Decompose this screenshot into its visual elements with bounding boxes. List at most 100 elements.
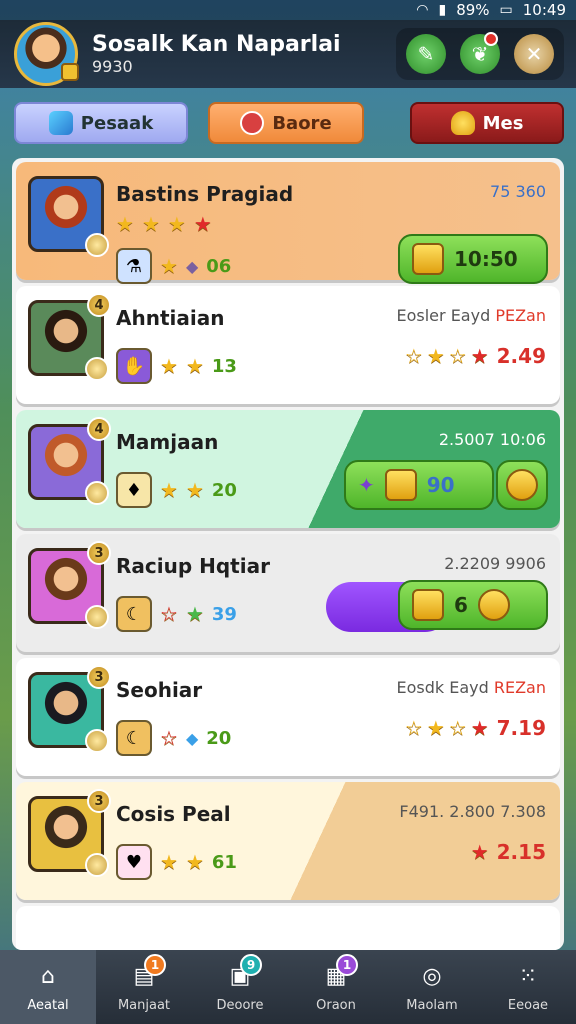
hero-stats: ⚗ ★ ◆ 06 xyxy=(116,248,231,284)
collect-button[interactable]: 6 xyxy=(398,580,548,630)
hero-card[interactable]: 3 Raciup Hqtiar ☾ ☆ ★ 39 2.2209 9906 6 xyxy=(16,534,560,652)
rank-badge-icon xyxy=(61,63,79,81)
item-icon: ✋ xyxy=(116,348,152,384)
nav-label: Eeoae xyxy=(507,997,549,1013)
nav-manjaat[interactable]: ▤ 1 Manjaat xyxy=(96,950,192,1024)
close-button[interactable]: ✕ xyxy=(514,34,554,74)
hero-portrait: 3 xyxy=(28,665,111,753)
hero-stats: ♦ ★ ★ 20 xyxy=(116,472,237,508)
star-icon: ★ xyxy=(470,716,489,740)
gem-icon: ◆ xyxy=(185,728,199,748)
nav-maolam[interactable]: ◎ Maolam xyxy=(384,950,480,1024)
gear-icon xyxy=(85,853,109,877)
grid-icon: ⁙ xyxy=(518,964,538,989)
signal-icon: ▮ xyxy=(438,2,447,18)
star-icon: ☆ xyxy=(404,344,423,368)
hero-portrait: 3 xyxy=(28,541,111,629)
level-badge: 3 xyxy=(87,541,111,565)
hero-stats: ☾ ☆ ★ 39 xyxy=(116,596,237,632)
star-icon: ★ xyxy=(160,850,178,874)
stat-count: 13 xyxy=(211,355,237,377)
star-icon: ★ xyxy=(470,840,489,864)
level-badge: 3 xyxy=(87,665,111,689)
gear-icon xyxy=(85,233,109,257)
level-badge: 3 xyxy=(87,789,111,813)
wifi-icon: ◠ xyxy=(416,2,429,18)
stat-count: 06 xyxy=(206,255,232,277)
player-info: Sosalk Kan Naparlai 9930 xyxy=(92,32,341,76)
star-icon: ★ xyxy=(116,212,134,236)
nav-label: Aeatal xyxy=(27,997,69,1013)
banana-icon: ☾ xyxy=(116,596,152,632)
nav-oraon[interactable]: ▦ 1 Oraon xyxy=(288,950,384,1024)
edit-button[interactable]: ✎ xyxy=(406,34,446,74)
gift-icon: ♥ xyxy=(116,844,152,880)
hero-portrait xyxy=(28,176,109,257)
close-icon: ✕ xyxy=(525,42,543,66)
star-icon: ★ xyxy=(185,354,204,378)
stat-count: 20 xyxy=(206,727,232,749)
star-icon: ★ xyxy=(141,212,160,236)
claim-button[interactable]: 10:50 xyxy=(398,234,548,284)
notification-badge: 1 xyxy=(144,954,166,976)
hero-stats: ☾ ☆ ◆ 20 xyxy=(116,720,231,756)
notifications-button[interactable]: ❦ xyxy=(460,32,500,74)
clock-icon: ◎ xyxy=(422,964,442,989)
level-badge: 4 xyxy=(87,293,111,317)
rating-value: 2.49 xyxy=(496,344,546,368)
nav-deoore[interactable]: ▣ 9 Deoore xyxy=(192,950,288,1024)
leaf-icon: ❦ xyxy=(471,42,489,66)
hero-list[interactable]: Bastins Pragiad ★ ★ ★ ★ ⚗ ★ ◆ 06 75 360 … xyxy=(12,158,564,950)
hero-card-partial[interactable] xyxy=(16,906,560,950)
hero-rating: ★ 2.15 xyxy=(471,840,546,864)
chest-icon xyxy=(412,589,444,621)
star-icon: ★ xyxy=(160,254,178,278)
hero-info: 75 360 xyxy=(490,182,546,201)
star-icon: ★ xyxy=(185,602,204,626)
tab-pesaak[interactable]: Pesaak xyxy=(14,102,188,144)
crystal-icon: ♦ xyxy=(116,472,152,508)
stat-count: 39 xyxy=(211,603,237,625)
upgrade-button[interactable]: ✦ 90 xyxy=(344,460,494,510)
hand-icon xyxy=(412,243,444,275)
hero-name: Mamjaan xyxy=(116,430,219,454)
gem-icon: ◆ xyxy=(185,256,199,276)
clock-time: 10:49 xyxy=(522,1,566,19)
star-icon: ☆ xyxy=(404,716,423,740)
gear-icon xyxy=(85,357,109,381)
hero-name: Bastins Pragiad xyxy=(116,182,294,206)
hero-name: Seohiar xyxy=(116,678,203,702)
stat-count: 20 xyxy=(211,479,237,501)
star-icon: ☆ xyxy=(160,726,178,750)
nav-eeoae[interactable]: ⁙ Eeoae xyxy=(480,950,576,1024)
pencil-icon: ✎ xyxy=(417,42,435,66)
home-icon: ⌂ xyxy=(41,964,55,989)
star-icon: ☆ xyxy=(448,344,467,368)
gear-icon xyxy=(85,481,109,505)
star-icon: ★ xyxy=(193,212,212,236)
star-icon: ★ xyxy=(185,478,204,502)
status-bar: ◠ ▮ 89% ▭ 10:49 xyxy=(0,0,576,20)
tab-mes[interactable]: Mes xyxy=(410,102,564,144)
player-avatar[interactable] xyxy=(14,22,79,86)
hero-card[interactable]: 3 Seohiar ☾ ☆ ◆ 20 Eosdk Eayd REZan ☆ ★ … xyxy=(16,658,560,776)
gear-icon xyxy=(85,605,109,629)
notification-dot xyxy=(484,32,498,46)
tab-label: Baore xyxy=(272,112,332,134)
hero-card[interactable]: 3 Cosis Peal ♥ ★ ★ 61 F491. 2.800 7.308 … xyxy=(16,782,560,900)
battery-icon: ▭ xyxy=(499,2,513,18)
sparkle-icon: ✦ xyxy=(358,473,375,497)
nav-label: Manjaat xyxy=(117,997,171,1013)
level-badge: 4 xyxy=(87,417,111,441)
hero-card[interactable]: Bastins Pragiad ★ ★ ★ ★ ⚗ ★ ◆ 06 75 360 … xyxy=(16,162,560,284)
hero-card[interactable]: 4 Ahntiaian ✋ ★ ★ 13 Eosler Eayd PEZan ☆… xyxy=(16,286,560,404)
hero-card[interactable]: 4 Mamjaan ♦ ★ ★ 20 2.5007 10:06 ✦ 90 xyxy=(16,410,560,528)
banana-icon: ☾ xyxy=(116,720,152,756)
gear-icon xyxy=(85,729,109,753)
tab-baore[interactable]: Baore xyxy=(208,102,364,144)
star-icon: ☆ xyxy=(160,602,178,626)
quick-claim-button[interactable] xyxy=(496,460,548,510)
nav-home[interactable]: ⌂ Aeatal xyxy=(0,950,96,1024)
hero-name: Ahntiaian xyxy=(116,306,225,330)
hero-stars: ★ ★ ★ ★ xyxy=(116,212,212,236)
